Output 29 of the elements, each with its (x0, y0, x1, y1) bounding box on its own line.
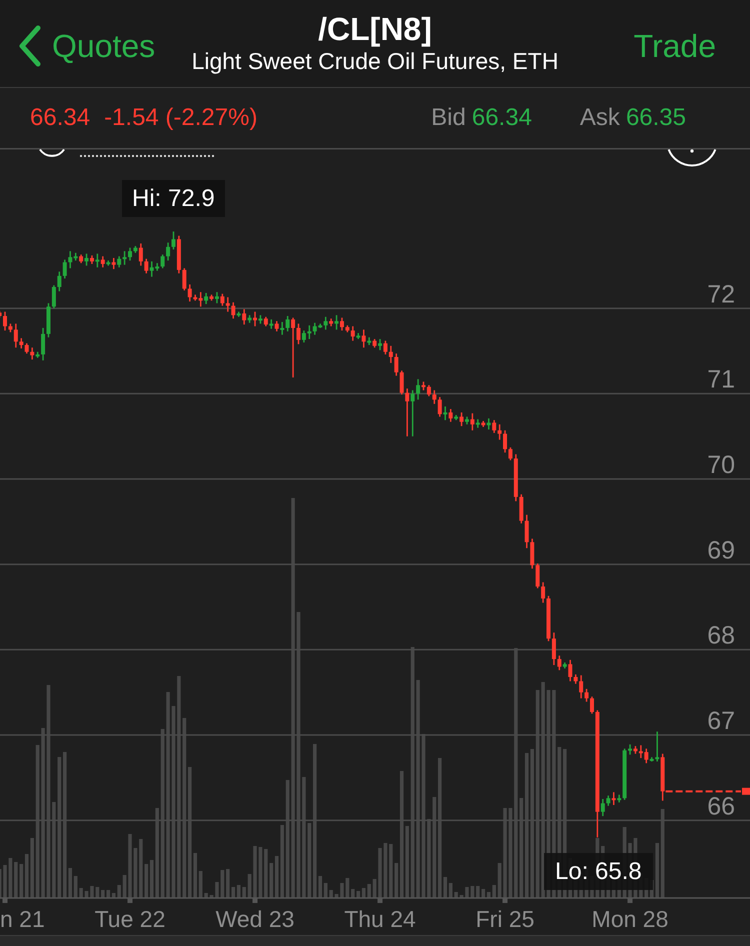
date-axis-label: Tue 22 (94, 906, 166, 932)
ask-label: Ask (580, 103, 620, 133)
trade-button[interactable]: Trade (634, 26, 716, 64)
date-axis-label: Wed 23 (216, 906, 294, 932)
price-axis-label: 71 (707, 366, 735, 394)
symbol-title: /CL[N8] (318, 10, 432, 46)
price-axis-label: 67 (707, 707, 735, 735)
bid-label: Bid (431, 103, 466, 133)
price-marker-icon (742, 788, 750, 795)
back-button[interactable]: Quotes (18, 24, 156, 66)
high-price-label: Hi: 72.9 (122, 180, 225, 217)
date-axis-label: n 21 (0, 906, 45, 932)
price-axis-label: 66 (707, 792, 735, 820)
date-axis-label: Fri 25 (476, 906, 534, 932)
bid-price: 66.34 (472, 103, 532, 133)
price-axis-label: 70 (707, 451, 735, 479)
price-axis-label: 72 (707, 280, 735, 308)
ring-icon[interactable] (39, 148, 65, 157)
instrument-name: Light Sweet Crude Oil Futures, ETH (192, 47, 558, 74)
chevron-left-icon (18, 24, 42, 66)
ask-price: 66.35 (626, 103, 686, 133)
last-price: 66.34 (30, 103, 90, 133)
low-price-label: Lo: 65.8 (544, 853, 653, 890)
price-change: -1.54 (-2.27%) (104, 103, 258, 133)
date-axis-label: Mon 28 (592, 906, 668, 932)
ring-icon[interactable] (668, 149, 716, 166)
price-axis-label: 69 (707, 536, 735, 564)
date-axis-label: Thu 24 (344, 906, 416, 932)
price-axis-label: 68 (707, 622, 735, 650)
